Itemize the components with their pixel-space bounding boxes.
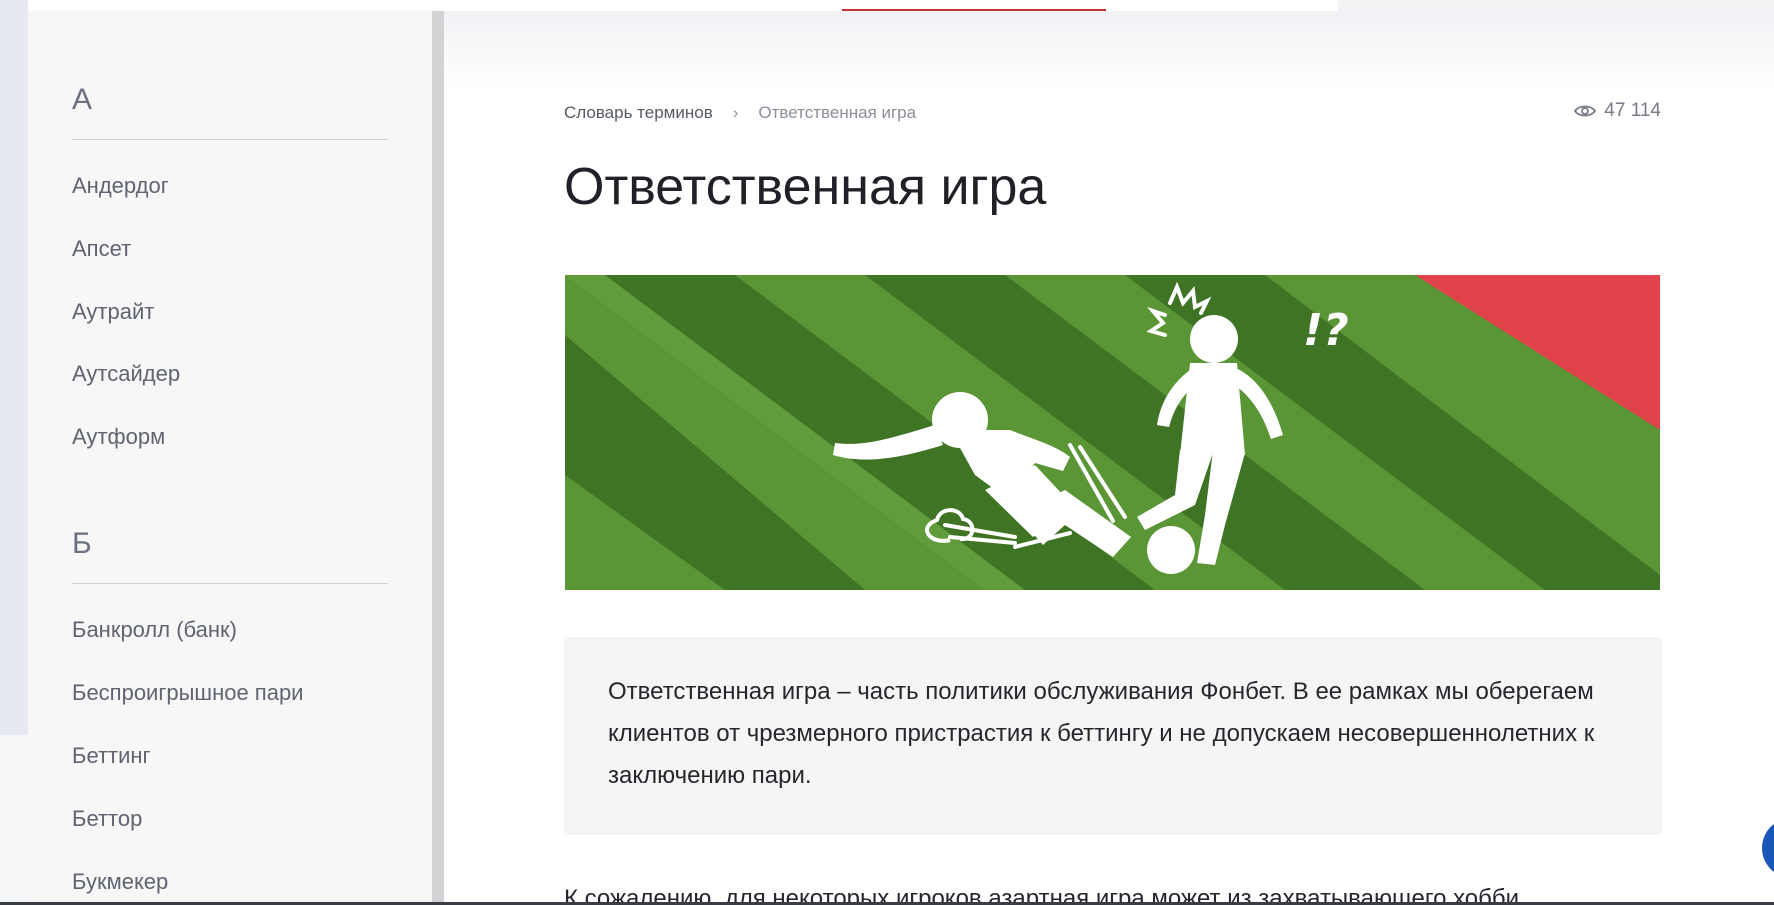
hero-illustration: !? — [565, 275, 1660, 590]
sidebar-scrollbar[interactable] — [432, 11, 444, 905]
definition-text: Ответственная игра – часть политики обсл… — [608, 678, 1595, 789]
breadcrumb-root-link[interactable]: Словарь терминов — [564, 103, 713, 122]
top-header-strip-right — [1338, 0, 1774, 11]
sidebar-item-bettor[interactable]: Беттор — [72, 806, 142, 832]
sidebar-item-outright[interactable]: Аутрайт — [72, 299, 154, 325]
chevron-right-icon: › — [732, 103, 739, 122]
left-background-edge — [0, 0, 28, 735]
sidebar-item-out-of-form[interactable]: Аутформ — [72, 424, 165, 450]
sidebar-item-outsider[interactable]: Аутсайдер — [72, 361, 180, 387]
eye-icon — [1574, 105, 1597, 117]
section-divider — [72, 583, 388, 584]
football-foul-illustration: !? — [565, 275, 1660, 590]
sidebar-item-no-lose-bet[interactable]: Беспроигрышное пари — [72, 680, 303, 706]
section-letter-b: Б — [72, 527, 92, 560]
sidebar-item-bookmaker[interactable]: Букмекер — [72, 869, 168, 895]
views-counter: 47 114 — [1574, 100, 1661, 122]
sidebar-item-underdog[interactable]: Андердог — [72, 173, 169, 199]
breadcrumb-current: Ответственная игра — [758, 103, 917, 122]
section-divider — [72, 139, 388, 140]
definition-note: Ответственная игра – часть политики обсл… — [564, 637, 1662, 835]
breadcrumb: Словарь терминов › Ответственная игра — [564, 103, 916, 123]
sidebar-item-bankroll[interactable]: Банкролл (банк) — [72, 617, 237, 643]
glossary-sidebar: А Андердог Апсет Аутрайт Аутсайдер Аутфо… — [28, 11, 432, 905]
views-count: 47 114 — [1604, 100, 1661, 121]
top-header-strip — [28, 0, 1338, 11]
left-background-edge-lower — [0, 735, 28, 905]
section-letter-a: А — [72, 83, 93, 116]
article-main: Словарь терминов › Ответственная игра 47 1… — [444, 11, 1774, 905]
page-title: Ответственная игра — [564, 158, 1047, 216]
sidebar-item-upset[interactable]: Апсет — [72, 236, 131, 262]
sidebar-item-betting[interactable]: Беттинг — [72, 743, 151, 769]
svg-text:!?: !? — [1303, 305, 1349, 356]
